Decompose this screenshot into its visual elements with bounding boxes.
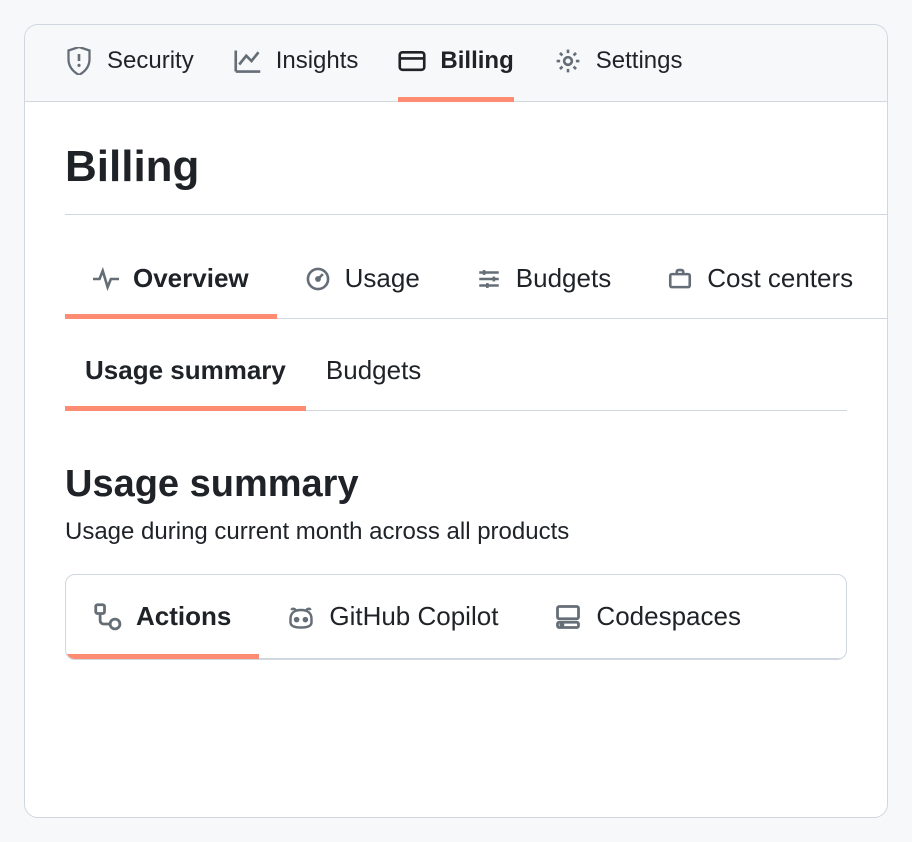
top-nav: Security Insights Billing Settings	[25, 25, 887, 102]
tab-cost-centers[interactable]: Cost centers	[639, 263, 881, 319]
nav-billing[interactable]: Billing	[398, 47, 513, 102]
section-subtitle: Usage during current month across all pr…	[65, 518, 887, 546]
tab-usage[interactable]: Usage	[277, 263, 448, 319]
shield-icon	[65, 47, 93, 75]
copilot-icon	[287, 603, 315, 631]
content-area: Billing Overview Usage Budgets	[25, 102, 887, 660]
nav-insights[interactable]: Insights	[234, 47, 359, 102]
codespaces-icon	[554, 603, 582, 631]
billing-tabstrip: Overview Usage Budgets Cost centers	[65, 263, 887, 319]
product-tab-codespaces[interactable]: Codespaces	[526, 601, 769, 659]
product-tab-copilot[interactable]: GitHub Copilot	[259, 601, 526, 659]
sliders-icon	[476, 266, 502, 292]
tab-label: Overview	[133, 263, 249, 294]
nav-label: Security	[107, 47, 194, 75]
tab-label: Actions	[136, 601, 231, 632]
gear-icon	[554, 47, 582, 75]
summary-tabstrip: Usage summary Budgets	[65, 355, 847, 411]
tab-label: Cost centers	[707, 263, 853, 294]
page-title: Billing	[65, 142, 887, 215]
tab-label: GitHub Copilot	[329, 601, 498, 632]
product-tabstrip: Actions GitHub Copilot Codespaces	[66, 575, 846, 659]
tab-summary-budgets[interactable]: Budgets	[306, 355, 441, 411]
product-tab-actions[interactable]: Actions	[66, 601, 259, 659]
tab-label: Budgets	[326, 355, 421, 386]
tab-label: Codespaces	[596, 601, 741, 632]
tab-usage-summary[interactable]: Usage summary	[65, 355, 306, 411]
tab-label: Usage	[345, 263, 420, 294]
pulse-icon	[93, 266, 119, 292]
usage-summary-section: Usage summary Usage during current month…	[65, 463, 887, 660]
tab-overview[interactable]: Overview	[65, 263, 277, 319]
billing-panel: Security Insights Billing Settings Billi…	[24, 24, 888, 818]
usage-card: Actions GitHub Copilot Codespaces	[65, 574, 847, 660]
nav-label: Billing	[440, 47, 513, 75]
briefcase-icon	[667, 266, 693, 292]
nav-settings[interactable]: Settings	[554, 47, 683, 102]
nav-label: Insights	[276, 47, 359, 75]
tab-label: Budgets	[516, 263, 611, 294]
tab-label: Usage summary	[85, 355, 286, 386]
nav-label: Settings	[596, 47, 683, 75]
nav-security[interactable]: Security	[65, 47, 194, 102]
workflow-icon	[94, 603, 122, 631]
tab-budgets[interactable]: Budgets	[448, 263, 639, 319]
gauge-icon	[305, 266, 331, 292]
section-title: Usage summary	[65, 463, 887, 506]
graph-icon	[234, 47, 262, 75]
credit-card-icon	[398, 47, 426, 75]
